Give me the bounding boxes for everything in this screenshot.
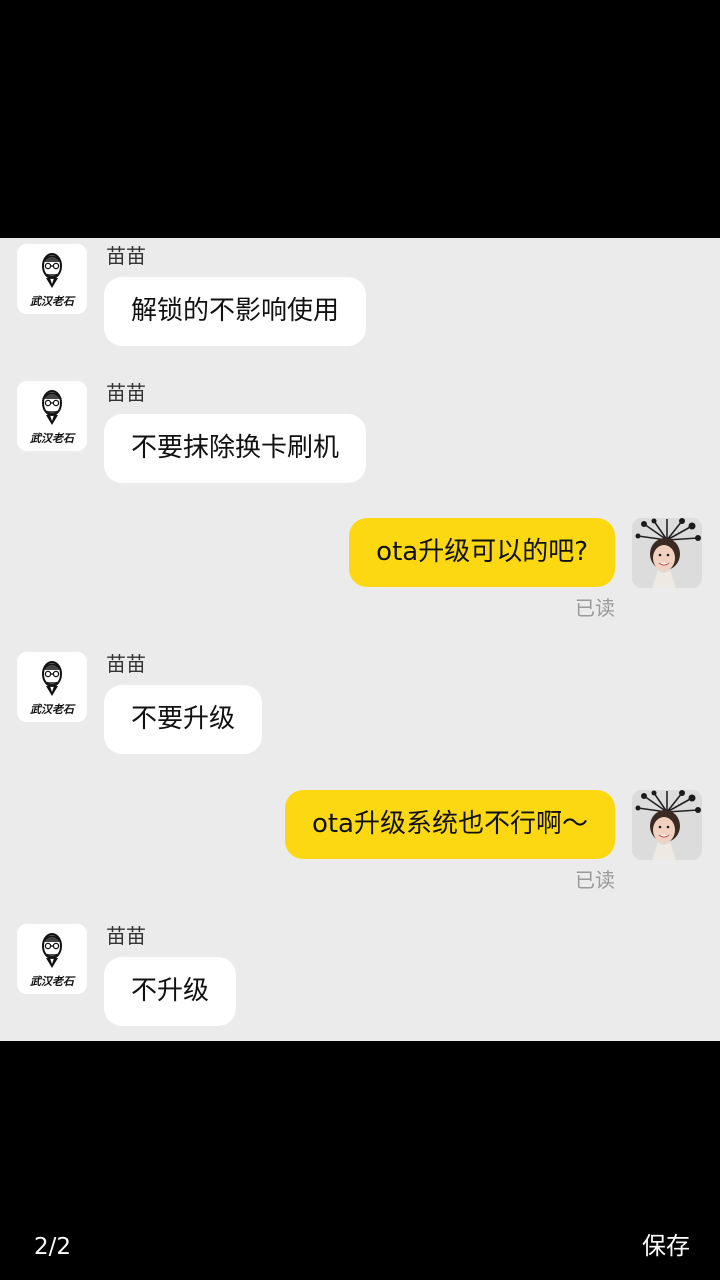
sender-name: 苗苗 bbox=[106, 244, 146, 268]
incoming-message-bubble: 解锁的不影响使用 bbox=[104, 277, 367, 346]
sender-avatar-logo bbox=[17, 652, 87, 722]
incoming-message-bubble: 不要抹除换卡刷机 bbox=[104, 414, 367, 483]
outgoing-message-bubble: ota升级系统也不行啊～ bbox=[284, 790, 615, 859]
own-avatar-photo bbox=[632, 518, 702, 588]
sender-avatar-logo bbox=[17, 381, 87, 451]
read-receipt: 已读 bbox=[575, 596, 615, 620]
sender-name: 苗苗 bbox=[106, 924, 146, 948]
sender-avatar-logo bbox=[17, 244, 87, 314]
portrait-photo-icon bbox=[632, 518, 702, 588]
page-indicator: 2/2 bbox=[34, 1234, 72, 1260]
outgoing-message-bubble: ota升级可以的吧? bbox=[349, 518, 615, 587]
image-viewer: 苗苗 解锁的不影响使用 苗苗 不要抹除换卡刷机 ota升级可以的吧? 已读 苗苗… bbox=[0, 0, 720, 1280]
logo-avatar-icon bbox=[17, 381, 87, 451]
sender-name: 苗苗 bbox=[106, 381, 146, 405]
sender-name: 苗苗 bbox=[106, 652, 146, 676]
incoming-message-bubble: 不要升级 bbox=[104, 685, 263, 754]
own-avatar-photo bbox=[632, 790, 702, 860]
chat-screenshot-image[interactable]: 苗苗 解锁的不影响使用 苗苗 不要抹除换卡刷机 ota升级可以的吧? 已读 苗苗… bbox=[0, 238, 720, 1041]
logo-avatar-icon bbox=[17, 652, 87, 722]
logo-avatar-icon bbox=[17, 244, 87, 314]
portrait-photo-icon bbox=[632, 790, 702, 860]
read-receipt: 已读 bbox=[575, 868, 615, 892]
incoming-message-bubble: 不升级 bbox=[104, 957, 237, 1026]
sender-avatar-logo bbox=[17, 924, 87, 994]
save-button[interactable]: 保存 bbox=[642, 1231, 690, 1261]
logo-avatar-icon bbox=[17, 924, 87, 994]
